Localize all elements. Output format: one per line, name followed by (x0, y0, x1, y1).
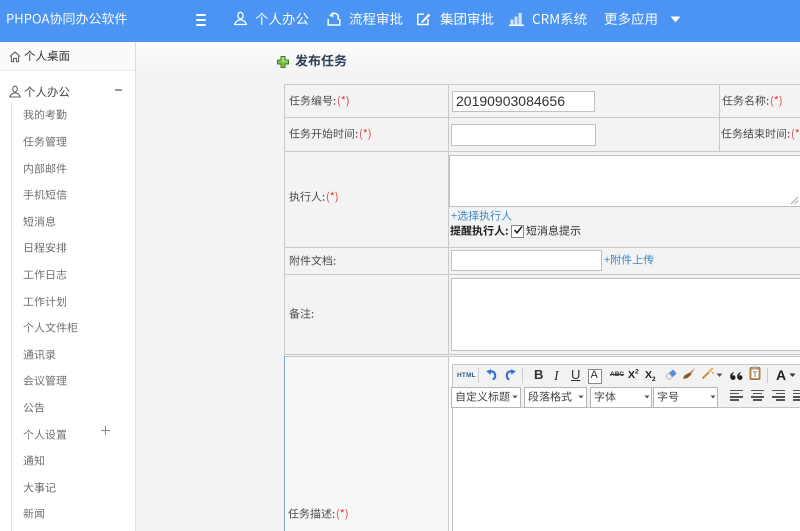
svg-text:T: T (753, 371, 758, 379)
